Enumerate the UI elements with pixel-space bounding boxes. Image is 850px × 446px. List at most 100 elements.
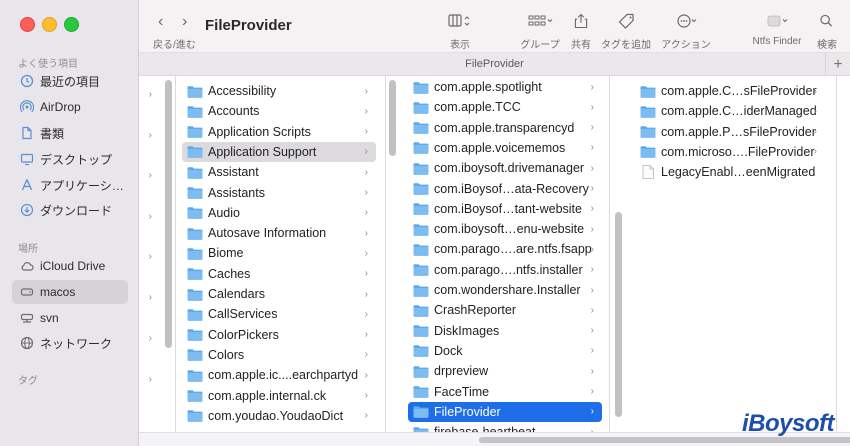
sidebar: よく使う項目 最近の項目 AirDrop 書類 デスクトップ アプリケーシ… ダ… bbox=[0, 0, 139, 446]
list-item[interactable]: com.iboysoft…enu-website › bbox=[408, 219, 602, 239]
list-item[interactable]: › bbox=[139, 328, 158, 348]
list-item[interactable]: com.apple.C…sFileProvider › bbox=[635, 81, 825, 101]
item-label: firebase-heartbeat bbox=[434, 425, 535, 432]
list-item[interactable]: Assistants › bbox=[182, 183, 376, 203]
chevron-right-icon: › bbox=[590, 142, 594, 154]
column-3-scrollbar[interactable] bbox=[615, 212, 622, 417]
column-1-scrollbar[interactable] bbox=[165, 80, 172, 348]
list-item[interactable]: com.microso….FileProvider › bbox=[635, 142, 825, 162]
item-label: com.apple.C…iderManaged bbox=[661, 104, 817, 119]
forward-button[interactable]: › bbox=[182, 13, 187, 31]
sidebar-item-macos[interactable]: macos bbox=[12, 280, 128, 304]
sidebar-item-downloads[interactable]: ダウンロード bbox=[12, 198, 128, 222]
list-item[interactable]: Autosave Information › bbox=[182, 223, 376, 243]
item-label: LegacyEnabl…eenMigrated bbox=[661, 165, 816, 180]
sidebar-item-label: ダウンロード bbox=[40, 203, 113, 218]
list-item-selected[interactable]: FileProvider › bbox=[408, 401, 602, 422]
list-item[interactable]: Dock › bbox=[408, 341, 602, 361]
list-item[interactable]: firebase-heartbeat› bbox=[408, 422, 602, 432]
column-divider[interactable] bbox=[609, 76, 610, 446]
list-item[interactable]: Calendars › bbox=[182, 284, 376, 304]
search-button[interactable]: 検索 bbox=[814, 12, 840, 51]
column-divider[interactable] bbox=[836, 76, 837, 446]
list-item[interactable]: com.apple.internal.ck › bbox=[182, 386, 376, 406]
list-item[interactable]: Accessibility › bbox=[182, 81, 376, 101]
sidebar-item-documents[interactable]: 書類 bbox=[12, 121, 128, 145]
item-label: FileProvider bbox=[434, 404, 501, 419]
list-item[interactable]: com.wondershare.Installer › bbox=[408, 280, 602, 300]
minimize-button[interactable] bbox=[42, 17, 57, 32]
list-item[interactable]: Audio › bbox=[182, 203, 376, 223]
close-button[interactable] bbox=[20, 17, 35, 32]
list-item[interactable]: drpreview › bbox=[408, 361, 602, 381]
path-bar: FileProvider + bbox=[139, 52, 850, 76]
tag-button[interactable]: タグを追加 bbox=[601, 12, 651, 51]
column-divider[interactable] bbox=[175, 76, 176, 446]
list-item[interactable]: › bbox=[139, 246, 158, 266]
favorites-header: よく使う項目 bbox=[18, 59, 78, 70]
sidebar-item-icloud[interactable]: iCloud Drive bbox=[12, 254, 128, 278]
column-2-scrollbar[interactable] bbox=[389, 80, 396, 156]
zoom-button[interactable] bbox=[64, 17, 79, 32]
ntfs-finder-label: Ntfs Finder bbox=[752, 36, 802, 47]
list-item[interactable]: Accounts › bbox=[182, 101, 376, 121]
chevron-right-icon: › bbox=[182, 13, 188, 30]
ntfs-finder-button[interactable]: Ntfs Finder bbox=[748, 12, 806, 47]
sidebar-item-svn[interactable]: svn bbox=[12, 306, 128, 330]
list-item[interactable]: com.iBoysof…tant-website › bbox=[408, 199, 602, 219]
share-label: 共有 bbox=[571, 40, 591, 51]
chevron-right-icon: › bbox=[813, 105, 817, 117]
list-item[interactable]: DiskImages › bbox=[408, 321, 602, 341]
list-item[interactable]: com.apple.voicememos › bbox=[408, 138, 602, 158]
chevron-right-icon: › bbox=[590, 345, 594, 357]
list-item[interactable]: com.iBoysof…ata-Recovery › bbox=[408, 179, 602, 199]
list-item[interactable]: com.youdao.YoudaoDict › bbox=[182, 406, 376, 426]
list-item[interactable]: com.apple.spotlight › bbox=[408, 77, 602, 97]
list-item[interactable]: › bbox=[139, 369, 158, 389]
sidebar-item-airdrop[interactable]: AirDrop bbox=[12, 95, 128, 119]
item-label: Dock bbox=[434, 343, 463, 358]
folder-icon bbox=[187, 369, 203, 382]
list-item[interactable]: com.apple.TCC › bbox=[408, 97, 602, 117]
list-item[interactable]: com.apple.C…iderManaged › bbox=[635, 101, 825, 121]
sidebar-item-desktop[interactable]: デスクトップ bbox=[12, 147, 128, 171]
sidebar-item-network[interactable]: ネットワーク bbox=[12, 331, 128, 355]
list-item[interactable]: Application Scripts › bbox=[182, 122, 376, 142]
folder-icon bbox=[413, 223, 429, 236]
folder-icon bbox=[640, 146, 656, 159]
list-item[interactable]: com.iboysoft.drivemanager › bbox=[408, 158, 602, 178]
list-item[interactable]: Caches › bbox=[182, 264, 376, 284]
list-item[interactable]: › bbox=[139, 84, 158, 104]
list-item[interactable]: com.apple.transparencyd › bbox=[408, 118, 602, 138]
list-item[interactable]: CallServices › bbox=[182, 304, 376, 324]
list-item[interactable]: › bbox=[139, 165, 158, 185]
back-button[interactable]: ‹ bbox=[158, 13, 163, 31]
list-item[interactable]: LegacyEnabl…eenMigrated bbox=[635, 162, 825, 182]
list-item[interactable]: CrashReporter › bbox=[408, 300, 602, 320]
list-item[interactable]: › bbox=[139, 125, 158, 145]
sidebar-item-applications[interactable]: アプリケーシ… bbox=[12, 173, 128, 197]
group-button[interactable]: グループ bbox=[518, 12, 562, 51]
folder-icon bbox=[187, 410, 203, 422]
new-tab-button[interactable]: + bbox=[825, 53, 850, 76]
sidebar-item-recents[interactable]: 最近の項目 bbox=[12, 69, 128, 93]
search-label: 検索 bbox=[817, 40, 837, 51]
column-divider[interactable] bbox=[385, 76, 386, 446]
list-item[interactable]: com.parago….ntfs.installer › bbox=[408, 260, 602, 280]
list-item[interactable]: ColorPickers › bbox=[182, 325, 376, 345]
list-item[interactable]: › bbox=[139, 206, 158, 226]
list-item[interactable]: › bbox=[139, 287, 158, 307]
list-item-selected[interactable]: Application Support › bbox=[182, 141, 376, 162]
list-item[interactable]: FaceTime › bbox=[408, 382, 602, 402]
list-item[interactable]: com.parago….are.ntfs.fsapp › bbox=[408, 239, 602, 259]
list-item[interactable]: Assistant › bbox=[182, 162, 376, 182]
list-item[interactable]: com.apple.P…sFileProvider › bbox=[635, 122, 825, 142]
list-item[interactable]: Biome › bbox=[182, 243, 376, 263]
folder-icon bbox=[413, 345, 429, 358]
list-item[interactable]: com.apple.ic....earchpartyd › bbox=[182, 365, 376, 385]
window-title: FileProvider bbox=[205, 17, 292, 34]
view-button[interactable]: 表示 bbox=[440, 12, 480, 51]
share-button[interactable]: 共有 bbox=[568, 12, 594, 51]
action-button[interactable]: アクション bbox=[661, 12, 711, 51]
list-item[interactable]: Colors › bbox=[182, 345, 376, 365]
